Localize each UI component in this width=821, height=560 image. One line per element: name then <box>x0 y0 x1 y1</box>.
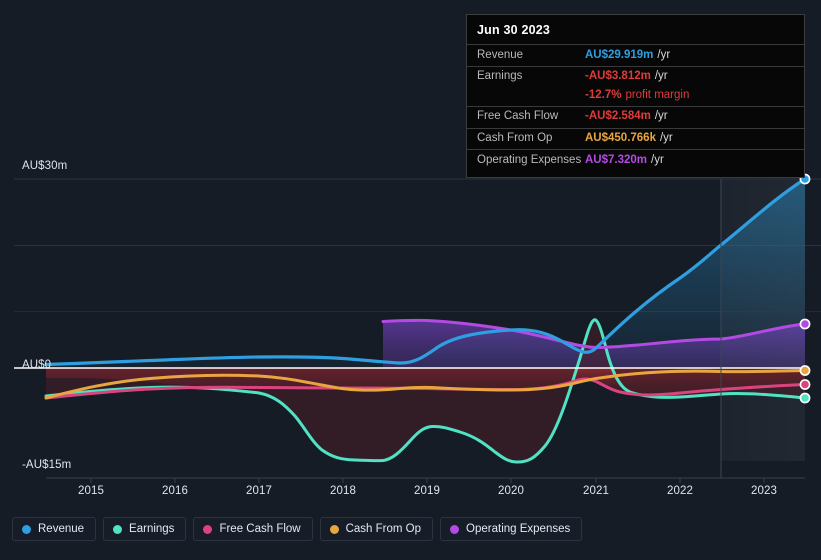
x-axis-label-2017: 2017 <box>246 485 272 497</box>
tooltip-unit-operating-expenses: /yr <box>651 153 664 166</box>
financial-chart: AU$30m AU$0 -AU$15m 2015 2016 2017 2018 … <box>0 0 821 560</box>
tooltip-unit-revenue: /yr <box>657 48 671 61</box>
x-axis-label-2016: 2016 <box>162 485 188 497</box>
tooltip-value-cash-from-op: AU$450.766k <box>585 132 656 145</box>
tooltip-value-profit-margin: -12.7% <box>585 88 622 101</box>
y-axis-label-zero: AU$0 <box>22 359 52 371</box>
tooltip-title: Jun 30 2023 <box>477 23 551 37</box>
tooltip-key-free-cash-flow: Free Cash Flow <box>477 110 559 123</box>
tooltip-value-revenue: AU$29.919m <box>585 48 654 61</box>
cash-from-op-endpoint-marker <box>799 365 811 376</box>
data-tooltip: Jun 30 2023 Revenue AU$29.919m /yr Earni… <box>466 14 805 179</box>
tooltip-row-operating-expenses: Operating Expenses AU$7.320m /yr <box>467 149 804 171</box>
legend-item-cash-from-op[interactable]: Cash From Op <box>319 517 434 541</box>
x-axis-label-2015: 2015 <box>78 485 104 497</box>
tooltip-row-earnings: Earnings -AU$3.812m /yr <box>467 65 804 88</box>
legend-item-free-cash-flow[interactable]: Free Cash Flow <box>193 517 313 541</box>
legend-item-operating-expenses[interactable]: Operating Expenses <box>440 517 583 541</box>
tooltip-key-cash-from-op: Cash From Op <box>477 132 553 145</box>
chart-legend: Revenue Earnings Free Cash Flow Cash Fro… <box>12 517 583 541</box>
legend-dot-free-cash-flow-icon <box>203 524 213 534</box>
tooltip-key-operating-expenses: Operating Expenses <box>477 153 582 166</box>
legend-label-cash-from-op: Cash From Op <box>345 523 422 535</box>
legend-dot-earnings-icon <box>113 524 123 534</box>
legend-dot-cash-from-op-icon <box>329 524 339 534</box>
x-axis-label-2019: 2019 <box>414 485 440 497</box>
legend-label-free-cash-flow: Free Cash Flow <box>219 523 301 535</box>
tooltip-value-earnings: -AU$3.812m <box>585 70 651 83</box>
tooltip-row-free-cash-flow: Free Cash Flow -AU$2.584m /yr <box>467 105 804 128</box>
y-axis-label-top: AU$30m <box>22 160 68 172</box>
tooltip-unit-profit-margin: profit margin <box>625 88 690 101</box>
tooltip-key-revenue: Revenue <box>477 48 524 61</box>
legend-item-revenue[interactable]: Revenue <box>12 517 97 541</box>
legend-dot-operating-expenses-icon <box>450 524 460 534</box>
earnings-endpoint-marker <box>799 392 811 404</box>
legend-label-revenue: Revenue <box>38 523 85 535</box>
free-cash-flow-endpoint-marker <box>799 379 811 390</box>
tooltip-key-earnings: Earnings <box>477 70 523 83</box>
legend-dot-revenue-icon <box>22 524 31 534</box>
tooltip-unit-free-cash-flow: /yr <box>654 110 668 123</box>
x-axis-label-2018: 2018 <box>330 485 356 497</box>
legend-label-operating-expenses: Operating Expenses <box>466 523 571 535</box>
y-axis-label-bottom: -AU$15m <box>22 459 72 471</box>
legend-item-earnings[interactable]: Earnings <box>103 517 187 541</box>
legend-label-earnings: Earnings <box>129 523 175 535</box>
tooltip-value-free-cash-flow: -AU$2.584m <box>585 110 651 123</box>
operating-expenses-endpoint-marker <box>799 318 811 330</box>
x-axis-label-2022: 2022 <box>667 485 693 497</box>
tooltip-unit-cash-from-op: /yr <box>659 132 673 145</box>
x-axis-label-2020: 2020 <box>498 485 524 497</box>
tooltip-value-operating-expenses: AU$7.320m <box>585 153 648 166</box>
tooltip-row-revenue: Revenue AU$29.919m /yr <box>467 44 804 66</box>
tooltip-row-cash-from-op: Cash From Op AU$450.766k /yr <box>467 127 804 150</box>
tooltip-row-profit-margin: -12.7% profit margin <box>467 88 804 106</box>
tooltip-unit-earnings: /yr <box>654 70 668 83</box>
x-axis-label-2021: 2021 <box>583 485 609 497</box>
x-axis-label-2023: 2023 <box>751 485 777 497</box>
x-tickmarks <box>90 478 765 483</box>
